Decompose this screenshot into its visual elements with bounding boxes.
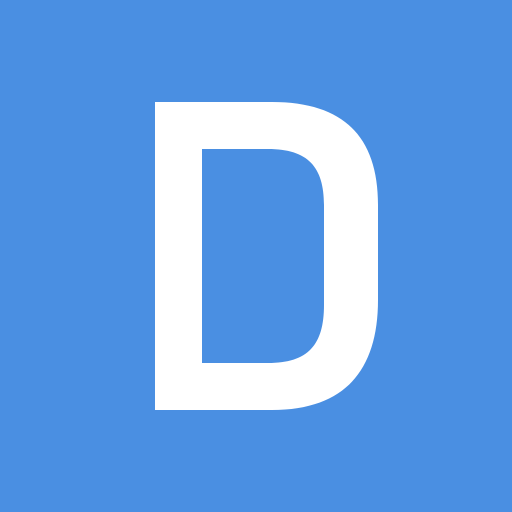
letter-d-icon: D [155,102,378,410]
letter-d-shape [155,102,378,410]
app-icon-tile: D [0,0,512,512]
